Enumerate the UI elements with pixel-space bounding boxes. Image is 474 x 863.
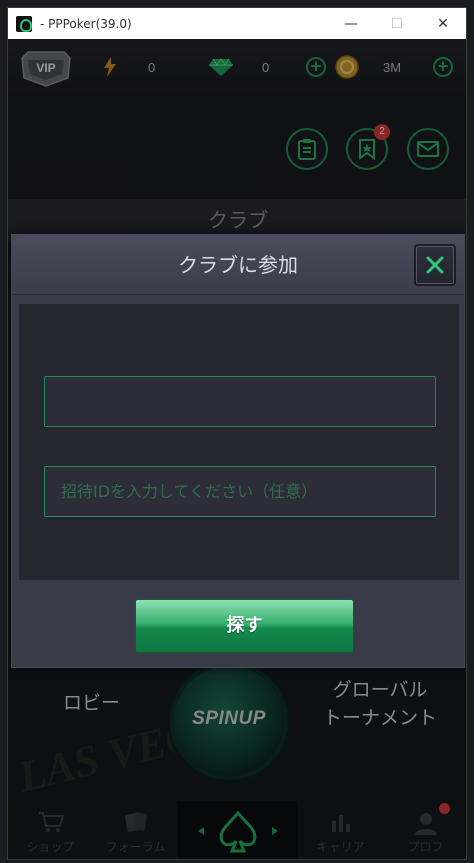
game-mode-hub: LAS VEGAS ロビー SPINUP グローバル トーナメント: [8, 664, 466, 801]
close-icon: [426, 256, 444, 274]
clipboard-button[interactable]: [286, 128, 328, 170]
mail-icon: [417, 141, 439, 157]
diamond-value: 0: [262, 59, 270, 75]
dialog-body: [19, 304, 459, 580]
join-club-dialog: クラブに参加 探す: [11, 234, 465, 668]
pppoker-app-icon: [16, 15, 32, 32]
global-tournament-button[interactable]: グローバル トーナメント: [318, 676, 442, 732]
diamond-icon: [209, 58, 233, 76]
bottom-navigation: ショップ フォーラム キャリア プロフ: [8, 801, 466, 859]
cards-icon: [124, 812, 147, 832]
add-diamond-button[interactable]: +: [306, 57, 326, 77]
window-controls: — ☐ ✕: [328, 8, 466, 39]
nav-forum-label: フォーラム: [105, 840, 166, 854]
vip-label: VIP: [36, 61, 55, 75]
clipboard-icon: [298, 139, 316, 160]
minimize-button[interactable]: —: [328, 8, 374, 39]
spade-home-icon: [198, 810, 278, 853]
bookmark-star-icon: [359, 139, 375, 160]
lobby-button[interactable]: ロビー: [63, 688, 120, 715]
club-id-field[interactable]: [44, 376, 436, 427]
spinup-label: SPINUP: [192, 708, 266, 729]
add-coin-button[interactable]: +: [433, 57, 453, 77]
mail-button[interactable]: [407, 128, 449, 170]
energy-stat: 0: [102, 55, 155, 79]
diamond-stat: 0: [208, 55, 269, 79]
coin-icon: [335, 55, 359, 79]
energy-value: 0: [148, 59, 156, 75]
invite-id-field[interactable]: [44, 466, 436, 517]
spinup-globe-button[interactable]: SPINUP: [170, 664, 288, 780]
notification-badge: 2: [374, 124, 390, 140]
window-titlebar[interactable]: - PPPoker(39.0) — ☐ ✕: [8, 8, 466, 39]
coin-stat: 3M: [335, 55, 401, 79]
cart-icon: [38, 812, 64, 832]
window-title: - PPPoker(39.0): [40, 16, 132, 31]
search-button[interactable]: 探す: [135, 599, 354, 653]
close-window-button[interactable]: ✕: [420, 8, 466, 39]
coin-value: 3M: [383, 59, 402, 75]
global-tournament-line1: グローバル: [332, 679, 428, 701]
dialog-header: クラブに参加: [12, 235, 464, 295]
lightning-icon: [104, 57, 116, 77]
profile-alert-dot: [439, 803, 450, 814]
nav-club-home[interactable]: [178, 801, 298, 859]
dialog-close-button[interactable]: [414, 244, 456, 286]
nav-shop-label: ショップ: [26, 840, 75, 854]
maximize-button[interactable]: ☐: [374, 8, 420, 39]
dialog-title: クラブに参加: [178, 253, 298, 277]
nav-profile[interactable]: プロフ: [383, 801, 466, 859]
person-icon: [414, 813, 437, 835]
vip-badge[interactable]: VIP: [18, 48, 74, 88]
resource-bar: VIP 0 0 + 3M +: [8, 39, 466, 93]
nav-shop[interactable]: ショップ: [8, 801, 93, 859]
bookmark-button[interactable]: 2: [346, 124, 390, 170]
global-tournament-line2: トーナメント: [322, 707, 437, 729]
app-window: - PPPoker(39.0) — ☐ ✕ VIP 0 0 + 3M + 2 ク…: [7, 7, 467, 860]
nav-career-label: キャリア: [316, 840, 365, 854]
nav-profile-label: プロフ: [407, 840, 444, 854]
nav-career[interactable]: キャリア: [298, 801, 383, 859]
bar-chart-icon: [331, 815, 350, 832]
nav-forum[interactable]: フォーラム: [93, 801, 178, 859]
